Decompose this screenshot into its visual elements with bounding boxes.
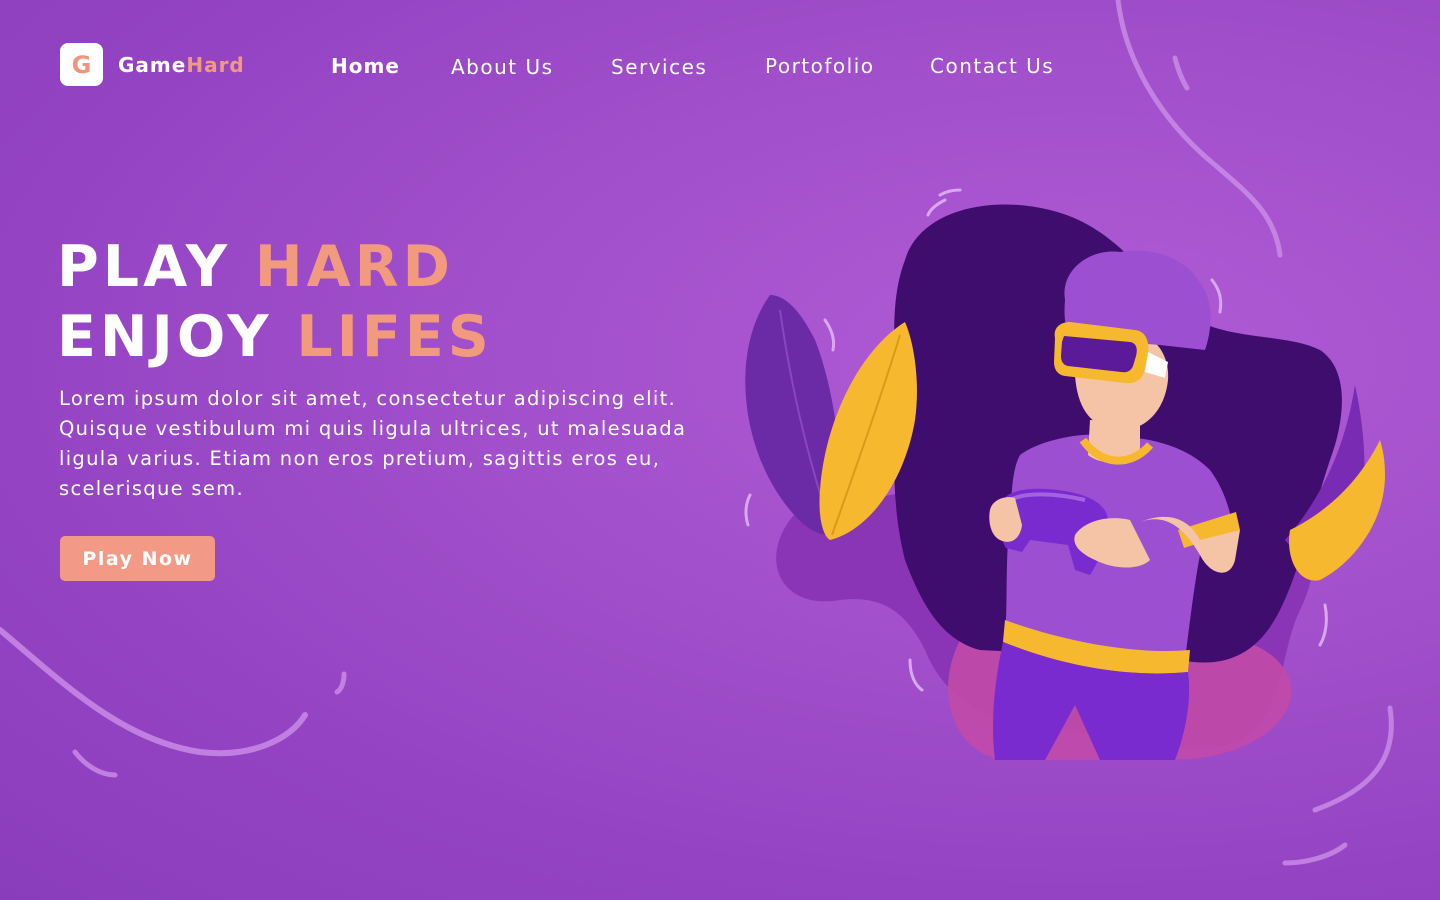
hero-description: Lorem ipsum dolor sit amet, consectetur … xyxy=(59,387,687,500)
nav-item-about-us[interactable]: About Us xyxy=(451,55,554,79)
headline-line1-white: PLAY xyxy=(57,234,255,300)
main-nav: Home About Us Services Portofolio Contac… xyxy=(0,52,1100,82)
vr-gamer-illustration xyxy=(744,188,1385,760)
headline-line2-white: ENJOY xyxy=(57,304,297,370)
headline-line1-accent: HARD xyxy=(254,234,454,300)
nav-item-home[interactable]: Home xyxy=(331,54,400,78)
headline-line2-accent: LIFES xyxy=(296,304,493,370)
nav-item-services[interactable]: Services xyxy=(611,55,707,79)
hero-headline: PLAY HARD ENJOY LIFES xyxy=(57,232,493,372)
play-now-button[interactable]: Play Now xyxy=(60,536,215,581)
nav-item-contact-us[interactable]: Contact Us xyxy=(930,54,1054,78)
landing-page: G GameHard Home About Us Services Portof… xyxy=(0,0,1440,900)
nav-item-portofolio[interactable]: Portofolio xyxy=(765,54,875,78)
